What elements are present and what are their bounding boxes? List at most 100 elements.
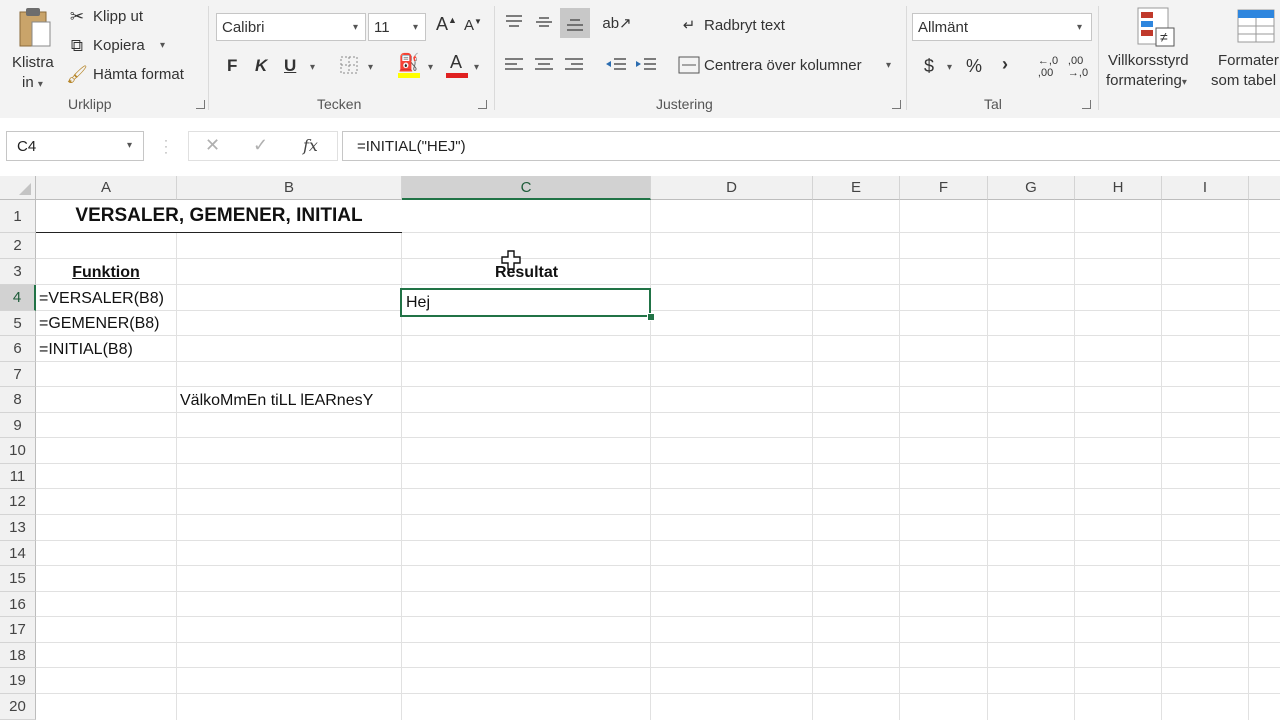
- chevron-down-icon[interactable]: ▾: [310, 62, 315, 73]
- row-header-15[interactable]: 15: [0, 566, 36, 592]
- row-header-9[interactable]: 9: [0, 413, 36, 438]
- chevron-down-icon[interactable]: ▾: [947, 62, 952, 73]
- increase-decimal-button[interactable]: ←,0,00: [1036, 55, 1060, 79]
- gridline: [36, 310, 1280, 311]
- row-header-7[interactable]: 7: [0, 362, 36, 387]
- orientation-button[interactable]: ab↗: [602, 12, 643, 34]
- chevron-down-icon[interactable]: ▾: [428, 62, 433, 73]
- shrink-font-button[interactable]: A▼: [464, 17, 482, 34]
- cell-c3[interactable]: Resultat: [402, 264, 651, 282]
- grow-arrow-icon: ▲: [448, 15, 457, 25]
- increase-indent-button[interactable]: [635, 56, 659, 76]
- row-header-4[interactable]: 4: [0, 285, 36, 311]
- format-as-table-button[interactable]: Formater som tabel: [1210, 4, 1280, 90]
- column-header-b[interactable]: B: [177, 176, 402, 200]
- italic-button[interactable]: K: [255, 56, 267, 76]
- decrease-decimal-button[interactable]: ,00 →,0: [1066, 55, 1090, 79]
- align-right-button[interactable]: [564, 56, 586, 76]
- select-all-corner[interactable]: [0, 176, 36, 200]
- font-name-dropdown[interactable]: Calibri ▾: [216, 13, 366, 41]
- chevron-down-icon[interactable]: ▾: [474, 62, 479, 73]
- formula-text: =INITIAL("HEJ"): [357, 138, 466, 155]
- wrap-text-label: Radbryt text: [704, 17, 785, 34]
- insert-function-icon[interactable]: fx: [303, 136, 318, 155]
- cell-a4[interactable]: =VERSALER(B8): [39, 290, 164, 308]
- row-header-14[interactable]: 14: [0, 541, 36, 566]
- orientation-icon: ab↗: [602, 15, 632, 32]
- cell-a5[interactable]: =GEMENER(B8): [39, 315, 159, 333]
- row-header-5[interactable]: 5: [0, 311, 36, 336]
- column-header-i[interactable]: I: [1162, 176, 1249, 200]
- formula-bar-splitter-icon[interactable]: · · ·: [164, 134, 168, 158]
- fill-handle[interactable]: [647, 313, 655, 321]
- chevron-down-icon[interactable]: ▾: [368, 62, 373, 73]
- copy-button[interactable]: ⧉ Kopiera ▾: [66, 35, 176, 57]
- decrease-indent-button[interactable]: [605, 56, 629, 76]
- chevron-down-icon[interactable]: ▾: [160, 40, 165, 51]
- clipboard-dialog-launcher-icon[interactable]: [196, 100, 205, 109]
- align-top-button[interactable]: [504, 12, 526, 34]
- formula-input[interactable]: =INITIAL("HEJ"): [342, 131, 1280, 161]
- align-center-button[interactable]: [534, 56, 556, 76]
- row-header-20[interactable]: 20: [0, 694, 36, 720]
- increase-indent-icon: [636, 58, 656, 70]
- bold-button[interactable]: F: [227, 56, 237, 76]
- row-header-11[interactable]: 11: [0, 464, 36, 489]
- format-as-table-label-2: som tabel: [1211, 72, 1277, 89]
- cell-a6[interactable]: =INITIAL(B8): [39, 341, 133, 359]
- cell-a3[interactable]: Funktion: [36, 264, 176, 282]
- row-header-12[interactable]: 12: [0, 489, 36, 515]
- format-as-table-icon: [1237, 9, 1275, 43]
- worksheet-grid[interactable]: A B C D E F G H I 1 2 3 4 5 6 7 8 9 10 1…: [0, 176, 1280, 720]
- column-header-c[interactable]: C: [402, 176, 651, 200]
- column-header-d[interactable]: D: [651, 176, 813, 200]
- group-divider: [494, 6, 495, 110]
- chevron-down-icon: ▾: [413, 22, 419, 33]
- column-header-j[interactable]: [1249, 176, 1280, 200]
- paste-icon: [19, 8, 51, 47]
- column-header-g[interactable]: G: [988, 176, 1075, 200]
- comma-style-button[interactable]: ›: [1002, 54, 1008, 75]
- font-dialog-launcher-icon[interactable]: [478, 100, 487, 109]
- merge-center-button[interactable]: Centrera över kolumner ▾: [678, 54, 898, 78]
- font-size-dropdown[interactable]: 11 ▾: [368, 13, 426, 41]
- row-header-8[interactable]: 8: [0, 387, 36, 413]
- number-dialog-launcher-icon[interactable]: [1082, 100, 1091, 109]
- grow-font-button[interactable]: A▲: [436, 14, 457, 35]
- row-header-3[interactable]: 3: [0, 259, 36, 285]
- number-format-dropdown[interactable]: Allmänt ▾: [912, 13, 1092, 41]
- row-header-6[interactable]: 6: [0, 336, 36, 362]
- fill-color-button[interactable]: ⛽: [398, 53, 422, 80]
- row-header-19[interactable]: 19: [0, 668, 36, 694]
- row-header-17[interactable]: 17: [0, 617, 36, 643]
- alignment-dialog-launcher-icon[interactable]: [892, 100, 901, 109]
- row-header-1[interactable]: 1: [0, 200, 36, 233]
- currency-button[interactable]: $: [924, 56, 934, 77]
- column-header-h[interactable]: H: [1075, 176, 1162, 200]
- selected-cell-c4[interactable]: Hej: [400, 288, 651, 317]
- name-box-value: C4: [17, 138, 37, 155]
- enter-icon[interactable]: ✓: [253, 135, 268, 156]
- underline-button[interactable]: U: [284, 56, 296, 76]
- paste-button[interactable]: Klistra in ▾: [6, 4, 62, 91]
- column-header-a[interactable]: A: [36, 176, 177, 200]
- cancel-icon[interactable]: ✕: [205, 135, 220, 156]
- align-middle-button[interactable]: [534, 12, 556, 34]
- column-header-e[interactable]: E: [813, 176, 900, 200]
- align-left-button[interactable]: [504, 56, 526, 76]
- column-header-f[interactable]: F: [900, 176, 988, 200]
- row-header-16[interactable]: 16: [0, 592, 36, 617]
- row-header-13[interactable]: 13: [0, 515, 36, 541]
- title-cell[interactable]: VERSALER, GEMENER, INITIAL: [36, 200, 402, 233]
- conditional-formatting-button[interactable]: ≠ Villkorsstyrd formatering▾: [1104, 4, 1208, 90]
- font-color-button[interactable]: A: [446, 52, 470, 80]
- cell-b8[interactable]: VälkoMmEn tiLL lEARnesY: [180, 392, 373, 410]
- row-header-2[interactable]: 2: [0, 233, 36, 259]
- percent-button[interactable]: %: [966, 56, 982, 77]
- align-center-icon: [535, 58, 553, 70]
- align-bottom-button[interactable]: [560, 8, 590, 38]
- borders-button[interactable]: [340, 56, 360, 76]
- row-header-18[interactable]: 18: [0, 643, 36, 668]
- row-header-10[interactable]: 10: [0, 438, 36, 464]
- name-box[interactable]: C4 ▾: [6, 131, 144, 161]
